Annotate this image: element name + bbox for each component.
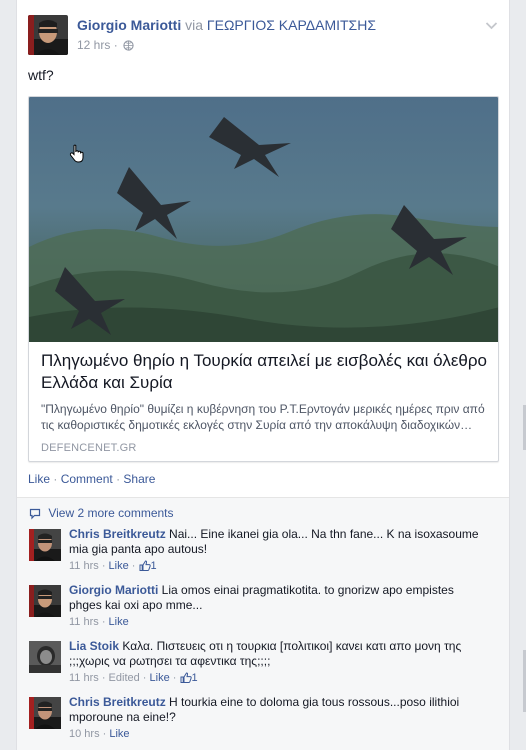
link-preview-image[interactable] <box>29 97 498 342</box>
comment-like-count[interactable]: 1 <box>151 560 157 572</box>
edited-label[interactable]: Edited <box>109 672 140 684</box>
post-timestamp[interactable]: 12 hrs <box>77 38 110 52</box>
avatar[interactable] <box>29 529 61 561</box>
comment-bubble-icon <box>29 506 48 520</box>
via-author-link[interactable]: ΓΕΩΡΓΙΟΣ ΚΑΡΔΑΜΙΤΣΗΣ <box>207 17 376 33</box>
comment-meta: 10 hrs · Like <box>69 728 130 740</box>
comment-like-count[interactable]: 1 <box>192 672 198 684</box>
story-actions: Like · Comment · Share <box>28 472 155 486</box>
view-more-comments-link[interactable]: View 2 more comments <box>29 506 174 520</box>
comment-meta: 11 hrs · Like <box>69 616 129 628</box>
avatar[interactable] <box>29 585 61 617</box>
hand-cursor-icon <box>69 144 85 169</box>
commenter-name[interactable]: Giorgio Mariotti <box>69 583 158 597</box>
share-button[interactable]: Share <box>123 472 155 486</box>
like-button[interactable]: Like <box>28 472 50 486</box>
story-byline: Giorgio Mariotti via ΓΕΩΡΓΙΟΣ ΚΑΡΔΑΜΙΤΣΗ… <box>77 17 376 33</box>
thumbs-up-icon[interactable] <box>180 672 192 688</box>
link-source: DEFENCENET.GR <box>41 442 137 454</box>
comment-text: Καλα. Πιστευεις οτι η τουρκια [πολιτικοι… <box>69 639 462 668</box>
comment-time[interactable]: 11 hrs <box>69 672 99 684</box>
comment-body: Chris Breitkreutz H tourkia eine to dolo… <box>69 695 489 742</box>
news-feed-story: Giorgio Mariotti via ΓΕΩΡΓΙΟΣ ΚΑΡΔΑΜΙΤΣΗ… <box>16 0 510 750</box>
action-separator: · <box>116 472 121 486</box>
comment-button[interactable]: Comment <box>61 472 113 486</box>
comment-body: Chris Breitkreutz Nai... Eine ikanei gia… <box>69 527 489 576</box>
view-more-label: View 2 more comments <box>48 506 174 520</box>
comment-time[interactable]: 11 hrs <box>69 560 99 572</box>
comment-body: Lia Stoik Καλα. Πιστευεις οτι η τουρκια … <box>69 639 489 688</box>
comment-time[interactable]: 10 hrs <box>69 728 100 740</box>
comment-meta: 11 hrs · Like · 1 <box>69 559 489 576</box>
avatar[interactable] <box>29 641 61 673</box>
comment-meta: 11 hrs · Edited · Like · 1 <box>69 671 489 688</box>
comment-like-button[interactable]: Like <box>109 728 129 740</box>
thumbs-up-icon[interactable] <box>139 560 151 576</box>
author-link[interactable]: Giorgio Mariotti <box>77 17 181 33</box>
commenter-name[interactable]: Chris Breitkreutz <box>69 695 166 709</box>
comment-like-button[interactable]: Like <box>109 560 129 572</box>
comments-section: View 2 more comments Chris Breitkreutz N… <box>17 497 509 750</box>
comment-body: Giorgio Mariotti Lia omos einai pragmati… <box>69 583 489 630</box>
action-separator: · <box>53 472 58 486</box>
story-meta: 12 hrs · <box>77 38 134 54</box>
link-description: "Πληγωμένο θηρίο" θυμίζει η κυβέρνηση το… <box>41 402 485 432</box>
comment-time[interactable]: 11 hrs <box>69 616 99 628</box>
link-preview-card[interactable]: Πληγωμένο θηρίο η Τουρκία απειλεί με εισ… <box>28 96 499 462</box>
chevron-down-icon[interactable] <box>485 18 498 36</box>
comment-like-button[interactable]: Like <box>109 616 129 628</box>
commenter-name[interactable]: Lia Stoik <box>69 639 119 653</box>
comment-like-button[interactable]: Like <box>150 672 170 684</box>
avatar[interactable] <box>29 697 61 729</box>
commenter-name[interactable]: Chris Breitkreutz <box>69 527 166 541</box>
via-label: via <box>185 17 204 33</box>
story-header: Giorgio Mariotti via ΓΕΩΡΓΙΟΣ ΚΑΡΔΑΜΙΤΣΗ… <box>28 15 500 55</box>
globe-icon[interactable] <box>123 40 134 54</box>
avatar[interactable] <box>28 15 68 55</box>
meta-separator: · <box>113 38 118 52</box>
link-title[interactable]: Πληγωμένο θηρίο η Τουρκία απειλεί με εισ… <box>41 350 489 394</box>
post-message: wtf? <box>28 67 54 83</box>
